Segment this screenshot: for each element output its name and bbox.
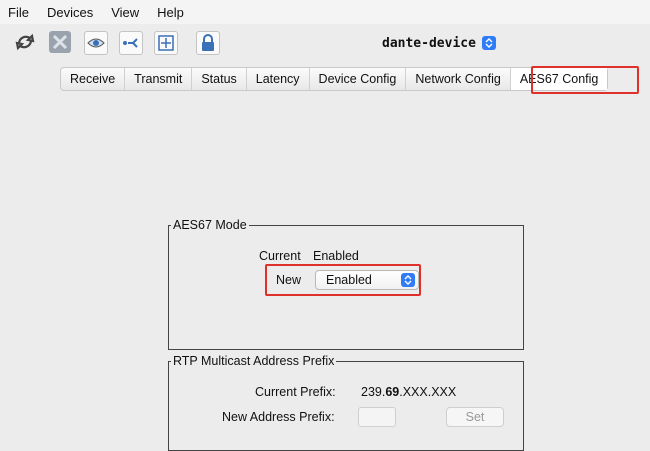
tab-network-config[interactable]: Network Config bbox=[406, 68, 511, 90]
current-prefix-label: Current Prefix: bbox=[255, 385, 336, 399]
menu-devices[interactable]: Devices bbox=[47, 5, 93, 20]
menu-help[interactable]: Help bbox=[157, 5, 184, 20]
current-mode-value: Enabled bbox=[313, 249, 359, 263]
lock-icon[interactable] bbox=[196, 31, 220, 55]
rtp-prefix-title: RTP Multicast Address Prefix bbox=[173, 354, 335, 368]
menu-view[interactable]: View bbox=[111, 5, 139, 20]
tab-group: Receive Transmit Status Latency Device C… bbox=[60, 67, 609, 91]
new-prefix-label: New Address Prefix: bbox=[222, 410, 335, 424]
device-name: dante-device bbox=[382, 35, 476, 51]
add-icon[interactable] bbox=[154, 31, 178, 55]
menu-file[interactable]: File bbox=[8, 5, 29, 20]
tab-device-config[interactable]: Device Config bbox=[310, 68, 407, 90]
toolbar: dante-device bbox=[0, 24, 650, 60]
tab-transmit[interactable]: Transmit bbox=[125, 68, 193, 90]
current-prefix-value: 239.69.XXX.XXX bbox=[361, 385, 457, 399]
device-select[interactable]: dante-device bbox=[382, 33, 496, 53]
tab-latency[interactable]: Latency bbox=[247, 68, 310, 90]
tab-highlight-annotation bbox=[531, 66, 639, 94]
tab-status[interactable]: Status bbox=[192, 68, 247, 90]
menu-bar: File Devices View Help bbox=[0, 0, 650, 24]
eye-icon[interactable] bbox=[84, 31, 108, 55]
network-icon[interactable] bbox=[119, 31, 143, 55]
refresh-icon[interactable] bbox=[14, 31, 36, 53]
aes67-mode-title: AES67 Mode bbox=[173, 218, 247, 232]
new-mode-highlight-annotation bbox=[265, 264, 421, 296]
set-prefix-button[interactable]: Set bbox=[446, 407, 504, 427]
new-prefix-input[interactable] bbox=[358, 407, 396, 427]
rtp-prefix-group: RTP Multicast Address Prefix bbox=[168, 354, 524, 451]
tab-receive[interactable]: Receive bbox=[61, 68, 126, 90]
current-mode-label: Current bbox=[259, 249, 301, 263]
tools-icon[interactable] bbox=[49, 31, 71, 53]
chevron-updown-icon bbox=[481, 36, 496, 50]
